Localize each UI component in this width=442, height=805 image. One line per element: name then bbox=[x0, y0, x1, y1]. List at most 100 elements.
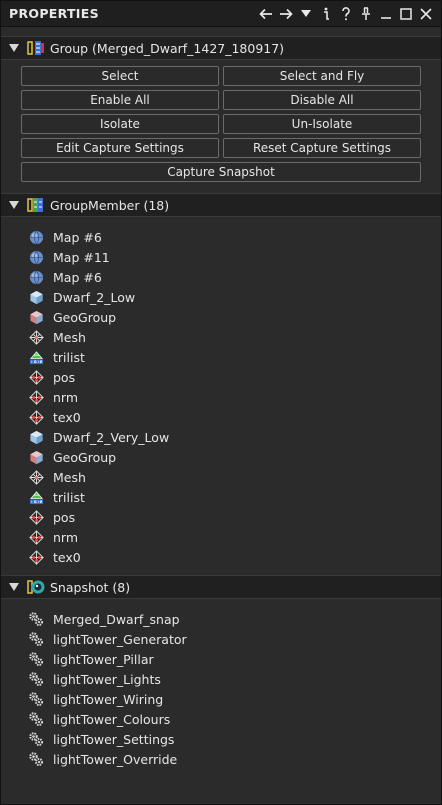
list-item-label: lightTower_Pillar bbox=[53, 651, 154, 667]
list-item-label: Map #6 bbox=[53, 269, 102, 285]
arrow-right-icon[interactable] bbox=[277, 4, 295, 24]
vertex-array-icon bbox=[28, 549, 44, 565]
list-item-label: nrm bbox=[53, 529, 79, 545]
snapshot-header-label: Snapshot (8) bbox=[50, 579, 131, 595]
title-bar: PROPERTIES bbox=[1, 1, 441, 27]
un-isolate-button[interactable]: Un-Isolate bbox=[223, 114, 421, 134]
capture-snapshot-button[interactable]: Capture Snapshot bbox=[21, 162, 421, 182]
group-header-label: Group (Merged_Dwarf_1427_180917) bbox=[50, 40, 285, 56]
snapshot-icon bbox=[27, 578, 45, 596]
group-member-icon bbox=[27, 196, 45, 214]
collapse-triangle-icon[interactable] bbox=[7, 198, 21, 212]
gears-icon bbox=[28, 711, 44, 727]
geogroup-icon bbox=[28, 449, 44, 465]
list-item[interactable]: trilist bbox=[28, 487, 441, 507]
list-item-label: Dwarf_2_Low bbox=[53, 289, 136, 305]
list-item[interactable]: pos bbox=[28, 507, 441, 527]
mesh-icon bbox=[28, 329, 44, 345]
gears-icon bbox=[28, 631, 44, 647]
list-item[interactable]: Merged_Dwarf_snap bbox=[28, 609, 441, 629]
list-item-label: pos bbox=[53, 369, 76, 385]
list-item[interactable]: Map #6 bbox=[28, 267, 441, 287]
maximize-icon[interactable] bbox=[397, 4, 415, 24]
vertex-array-icon bbox=[28, 389, 44, 405]
list-item[interactable]: GeoGroup bbox=[28, 307, 441, 327]
vertex-array-icon bbox=[28, 509, 44, 525]
globe-icon bbox=[28, 269, 44, 285]
list-item[interactable]: lightTower_Wiring bbox=[28, 689, 441, 709]
panel-title: PROPERTIES bbox=[9, 6, 99, 21]
info-icon[interactable] bbox=[317, 4, 335, 24]
minimize-icon[interactable] bbox=[377, 4, 395, 24]
list-item[interactable]: tex0 bbox=[28, 547, 441, 567]
properties-panel: PROPERTIES Group (Merged_Dwarf_1427_1809… bbox=[0, 0, 442, 805]
collapse-triangle-icon[interactable] bbox=[7, 41, 21, 55]
dropdown-icon[interactable] bbox=[297, 4, 315, 24]
list-item[interactable]: tex0 bbox=[28, 407, 441, 427]
gears-icon bbox=[28, 751, 44, 767]
list-item-label: GeoGroup bbox=[53, 449, 117, 465]
list-item[interactable]: Mesh bbox=[28, 327, 441, 347]
list-item[interactable]: lightTower_Override bbox=[28, 749, 441, 769]
snapshot-section-header[interactable]: Snapshot (8) bbox=[1, 575, 441, 599]
gears-icon bbox=[28, 671, 44, 687]
list-item-label: Mesh bbox=[53, 469, 86, 485]
group-buttons: Select Select and Fly Enable All Disable… bbox=[1, 60, 441, 188]
close-icon[interactable] bbox=[417, 4, 435, 24]
select-button[interactable]: Select bbox=[21, 66, 219, 86]
arrow-left-icon[interactable] bbox=[257, 4, 275, 24]
collapse-triangle-icon[interactable] bbox=[7, 580, 21, 594]
list-item-label: lightTower_Lights bbox=[53, 671, 161, 687]
mesh-icon bbox=[28, 469, 44, 485]
list-item-label: Merged_Dwarf_snap bbox=[53, 611, 180, 627]
vertex-array-icon bbox=[28, 529, 44, 545]
help-icon[interactable] bbox=[337, 4, 355, 24]
list-item[interactable]: lightTower_Colours bbox=[28, 709, 441, 729]
list-item[interactable]: nrm bbox=[28, 527, 441, 547]
list-item[interactable]: Dwarf_2_Very_Low bbox=[28, 427, 441, 447]
vertex-array-icon bbox=[28, 369, 44, 385]
group-section-header[interactable]: Group (Merged_Dwarf_1427_180917) bbox=[1, 36, 441, 60]
group-icon bbox=[27, 39, 45, 57]
list-item-label: tex0 bbox=[53, 409, 81, 425]
vertex-array-icon bbox=[28, 409, 44, 425]
list-item-label: trilist bbox=[53, 489, 85, 505]
list-item-label: lightTower_Settings bbox=[53, 731, 175, 747]
pin-icon[interactable] bbox=[357, 4, 375, 24]
list-item[interactable]: trilist bbox=[28, 347, 441, 367]
trilist-icon bbox=[28, 349, 44, 365]
list-item[interactable]: lightTower_Generator bbox=[28, 629, 441, 649]
isolate-button[interactable]: Isolate bbox=[21, 114, 219, 134]
geogroup-icon bbox=[28, 309, 44, 325]
list-item-label: trilist bbox=[53, 349, 85, 365]
list-item-label: Map #6 bbox=[53, 229, 102, 245]
list-item[interactable]: lightTower_Settings bbox=[28, 729, 441, 749]
gears-icon bbox=[28, 611, 44, 627]
list-item-label: lightTower_Colours bbox=[53, 711, 171, 727]
list-item-label: lightTower_Wiring bbox=[53, 691, 164, 707]
disable-all-button[interactable]: Disable All bbox=[223, 90, 421, 110]
enable-all-button[interactable]: Enable All bbox=[21, 90, 219, 110]
list-item-label: lightTower_Generator bbox=[53, 631, 187, 647]
list-item[interactable]: GeoGroup bbox=[28, 447, 441, 467]
edit-capture-settings-button[interactable]: Edit Capture Settings bbox=[21, 138, 219, 158]
group-member-header-label: GroupMember (18) bbox=[50, 197, 170, 213]
select-and-fly-button[interactable]: Select and Fly bbox=[223, 66, 421, 86]
list-item[interactable]: Map #6 bbox=[28, 227, 441, 247]
list-item-label: pos bbox=[53, 509, 76, 525]
gears-icon bbox=[28, 691, 44, 707]
list-item[interactable]: Map #11 bbox=[28, 247, 441, 267]
list-item[interactable]: lightTower_Lights bbox=[28, 669, 441, 689]
list-item-label: Map #11 bbox=[53, 249, 110, 265]
reset-capture-settings-button[interactable]: Reset Capture Settings bbox=[223, 138, 421, 158]
gears-icon bbox=[28, 731, 44, 747]
cube-icon bbox=[28, 289, 44, 305]
list-item[interactable]: pos bbox=[28, 367, 441, 387]
list-item[interactable]: nrm bbox=[28, 387, 441, 407]
list-item-label: GeoGroup bbox=[53, 309, 117, 325]
list-item[interactable]: Mesh bbox=[28, 467, 441, 487]
list-item[interactable]: Dwarf_2_Low bbox=[28, 287, 441, 307]
globe-icon bbox=[28, 229, 44, 245]
list-item[interactable]: lightTower_Pillar bbox=[28, 649, 441, 669]
group-member-section-header[interactable]: GroupMember (18) bbox=[1, 193, 441, 217]
